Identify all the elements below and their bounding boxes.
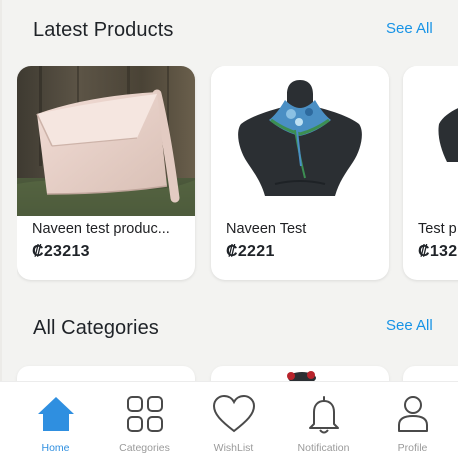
grid-icon xyxy=(126,396,163,432)
screen: Latest Products See All Naveen test prod… xyxy=(0,0,458,472)
nav-item-notification[interactable]: Notification xyxy=(278,382,369,472)
nav-label-profile: Profile xyxy=(397,442,428,454)
product-image-pink-leather-bag xyxy=(17,66,195,216)
latest-products-title: Latest Products xyxy=(33,19,174,41)
bottom-navigation-bar: Home Categories WishList Notification Pr… xyxy=(0,381,458,472)
product-name: Naveen Test xyxy=(226,221,307,237)
nav-label-notification: Notification xyxy=(297,442,350,454)
nav-item-home[interactable]: Home xyxy=(10,382,101,472)
product-card[interactable]: Test p ₡132 xyxy=(403,66,458,280)
nav-label-wishlist: WishList xyxy=(213,442,254,454)
products-carousel[interactable]: Naveen test produc... ₡23213 Naveen Test… xyxy=(17,66,458,284)
product-price: ₡132 xyxy=(418,243,458,260)
product-card[interactable]: Naveen test produc... ₡23213 xyxy=(17,66,195,280)
product-name: Naveen test produc... xyxy=(32,221,170,237)
product-image-mannequin-scarf xyxy=(211,66,389,216)
product-card[interactable]: Naveen Test ₡2221 xyxy=(211,66,389,280)
nav-item-categories[interactable]: Categories xyxy=(99,382,190,472)
nav-item-wishlist[interactable]: WishList xyxy=(188,382,279,472)
all-categories-see-all-link[interactable]: See All xyxy=(386,317,433,334)
bell-icon xyxy=(308,396,339,434)
product-price: ₡23213 xyxy=(32,243,90,260)
user-icon xyxy=(397,396,428,432)
home-icon xyxy=(37,397,74,431)
product-image-mannequin-partial xyxy=(403,66,458,216)
latest-products-see-all-link[interactable]: See All xyxy=(386,20,433,37)
nav-label-home: Home xyxy=(41,442,70,454)
product-name: Test p xyxy=(418,221,457,237)
nav-label-categories: Categories xyxy=(119,442,170,454)
product-price: ₡2221 xyxy=(226,243,275,260)
all-categories-title: All Categories xyxy=(33,317,159,339)
heart-icon xyxy=(212,394,255,433)
nav-item-profile[interactable]: Profile xyxy=(367,382,458,472)
